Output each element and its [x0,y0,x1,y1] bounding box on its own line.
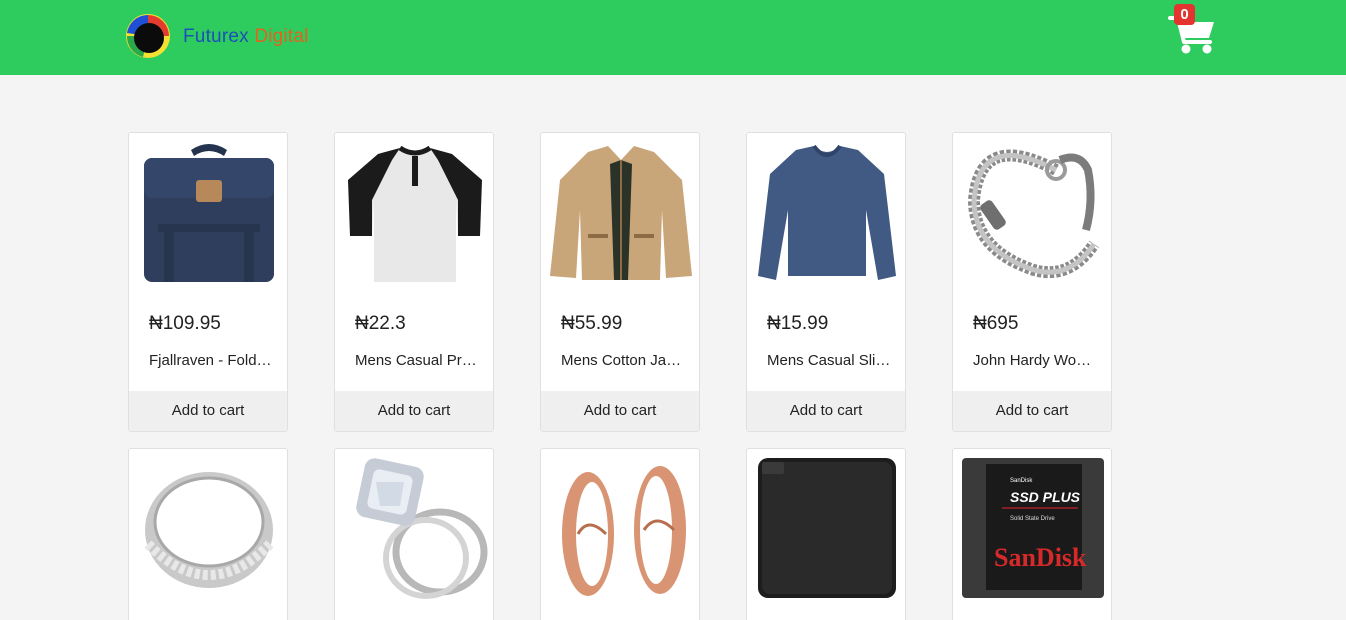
external-drive-image[interactable] [754,456,900,602]
ssd-line1: SanDisk [1010,478,1033,484]
product-card[interactable]: ₦55.99 Mens Cotton Jacket Add to cart [540,132,700,432]
ssd-line2: SSD PLUS [1010,489,1081,505]
product-price: ₦695 [973,313,1019,334]
top-nav-bar: Futurex Digital 0 [0,0,1346,75]
product-price: ₦55.99 [561,313,623,334]
ssd-brand-logo: SanDisk [994,543,1087,572]
cart-count-badge: 0 [1174,4,1195,25]
backpack-image[interactable] [136,140,282,286]
ring-band-image[interactable] [136,456,282,602]
product-title[interactable]: Fjallraven - Foldsack No. 1 Backpack [149,352,273,369]
product-card[interactable] [128,448,288,620]
brand-logo-icon[interactable] [123,11,173,61]
add-to-cart-button[interactable]: Add to cart [129,391,287,431]
brand-name-part2: Digital [254,26,309,47]
longsleeve-image[interactable] [754,140,900,286]
product-card[interactable]: ₦695 John Hardy Women's Legends Naga Bra… [952,132,1112,432]
product-card[interactable] [746,448,906,620]
ssd-line3: Solid State Drive [1010,516,1055,522]
product-price: ₦22.3 [355,313,406,334]
rose-gold-plugs-image[interactable] [548,456,694,602]
tshirt-image[interactable] [342,140,488,286]
add-to-cart-button[interactable]: Add to cart [747,391,905,431]
bracelet-image[interactable] [960,140,1106,286]
product-card[interactable] [540,448,700,620]
product-card[interactable]: ₦109.95 Fjallraven - Foldsack No. 1 Back… [128,132,288,432]
add-to-cart-button[interactable]: Add to cart [953,391,1111,431]
jacket-image[interactable] [548,140,694,286]
product-price: ₦109.95 [149,313,221,334]
add-to-cart-button[interactable]: Add to cart [541,391,699,431]
product-price: ₦15.99 [767,313,829,334]
brand-name[interactable]: Futurex Digital [183,26,309,48]
sandisk-ssd-image[interactable]: SanDisk SSD PLUS Solid State Drive SanDi… [960,456,1106,602]
product-card[interactable] [334,448,494,620]
product-title[interactable]: Mens Casual Premium Slim Fit T-Shirts [355,352,479,369]
product-card[interactable]: ₦22.3 Mens Casual Premium Slim Fit T-Shi… [334,132,494,432]
diamond-ring-image[interactable] [342,456,488,602]
product-card[interactable]: ₦15.99 Mens Casual Slim Fit Add to cart [746,132,906,432]
product-card[interactable]: SanDisk SSD PLUS Solid State Drive SanDi… [952,448,1112,620]
add-to-cart-button[interactable]: Add to cart [335,391,493,431]
brand-name-part1: Futurex [183,26,249,47]
product-title[interactable]: Mens Casual Slim Fit [767,352,891,369]
product-title[interactable]: John Hardy Women's Legends Naga Bracelet [973,352,1097,369]
product-title[interactable]: Mens Cotton Jacket [561,352,685,369]
